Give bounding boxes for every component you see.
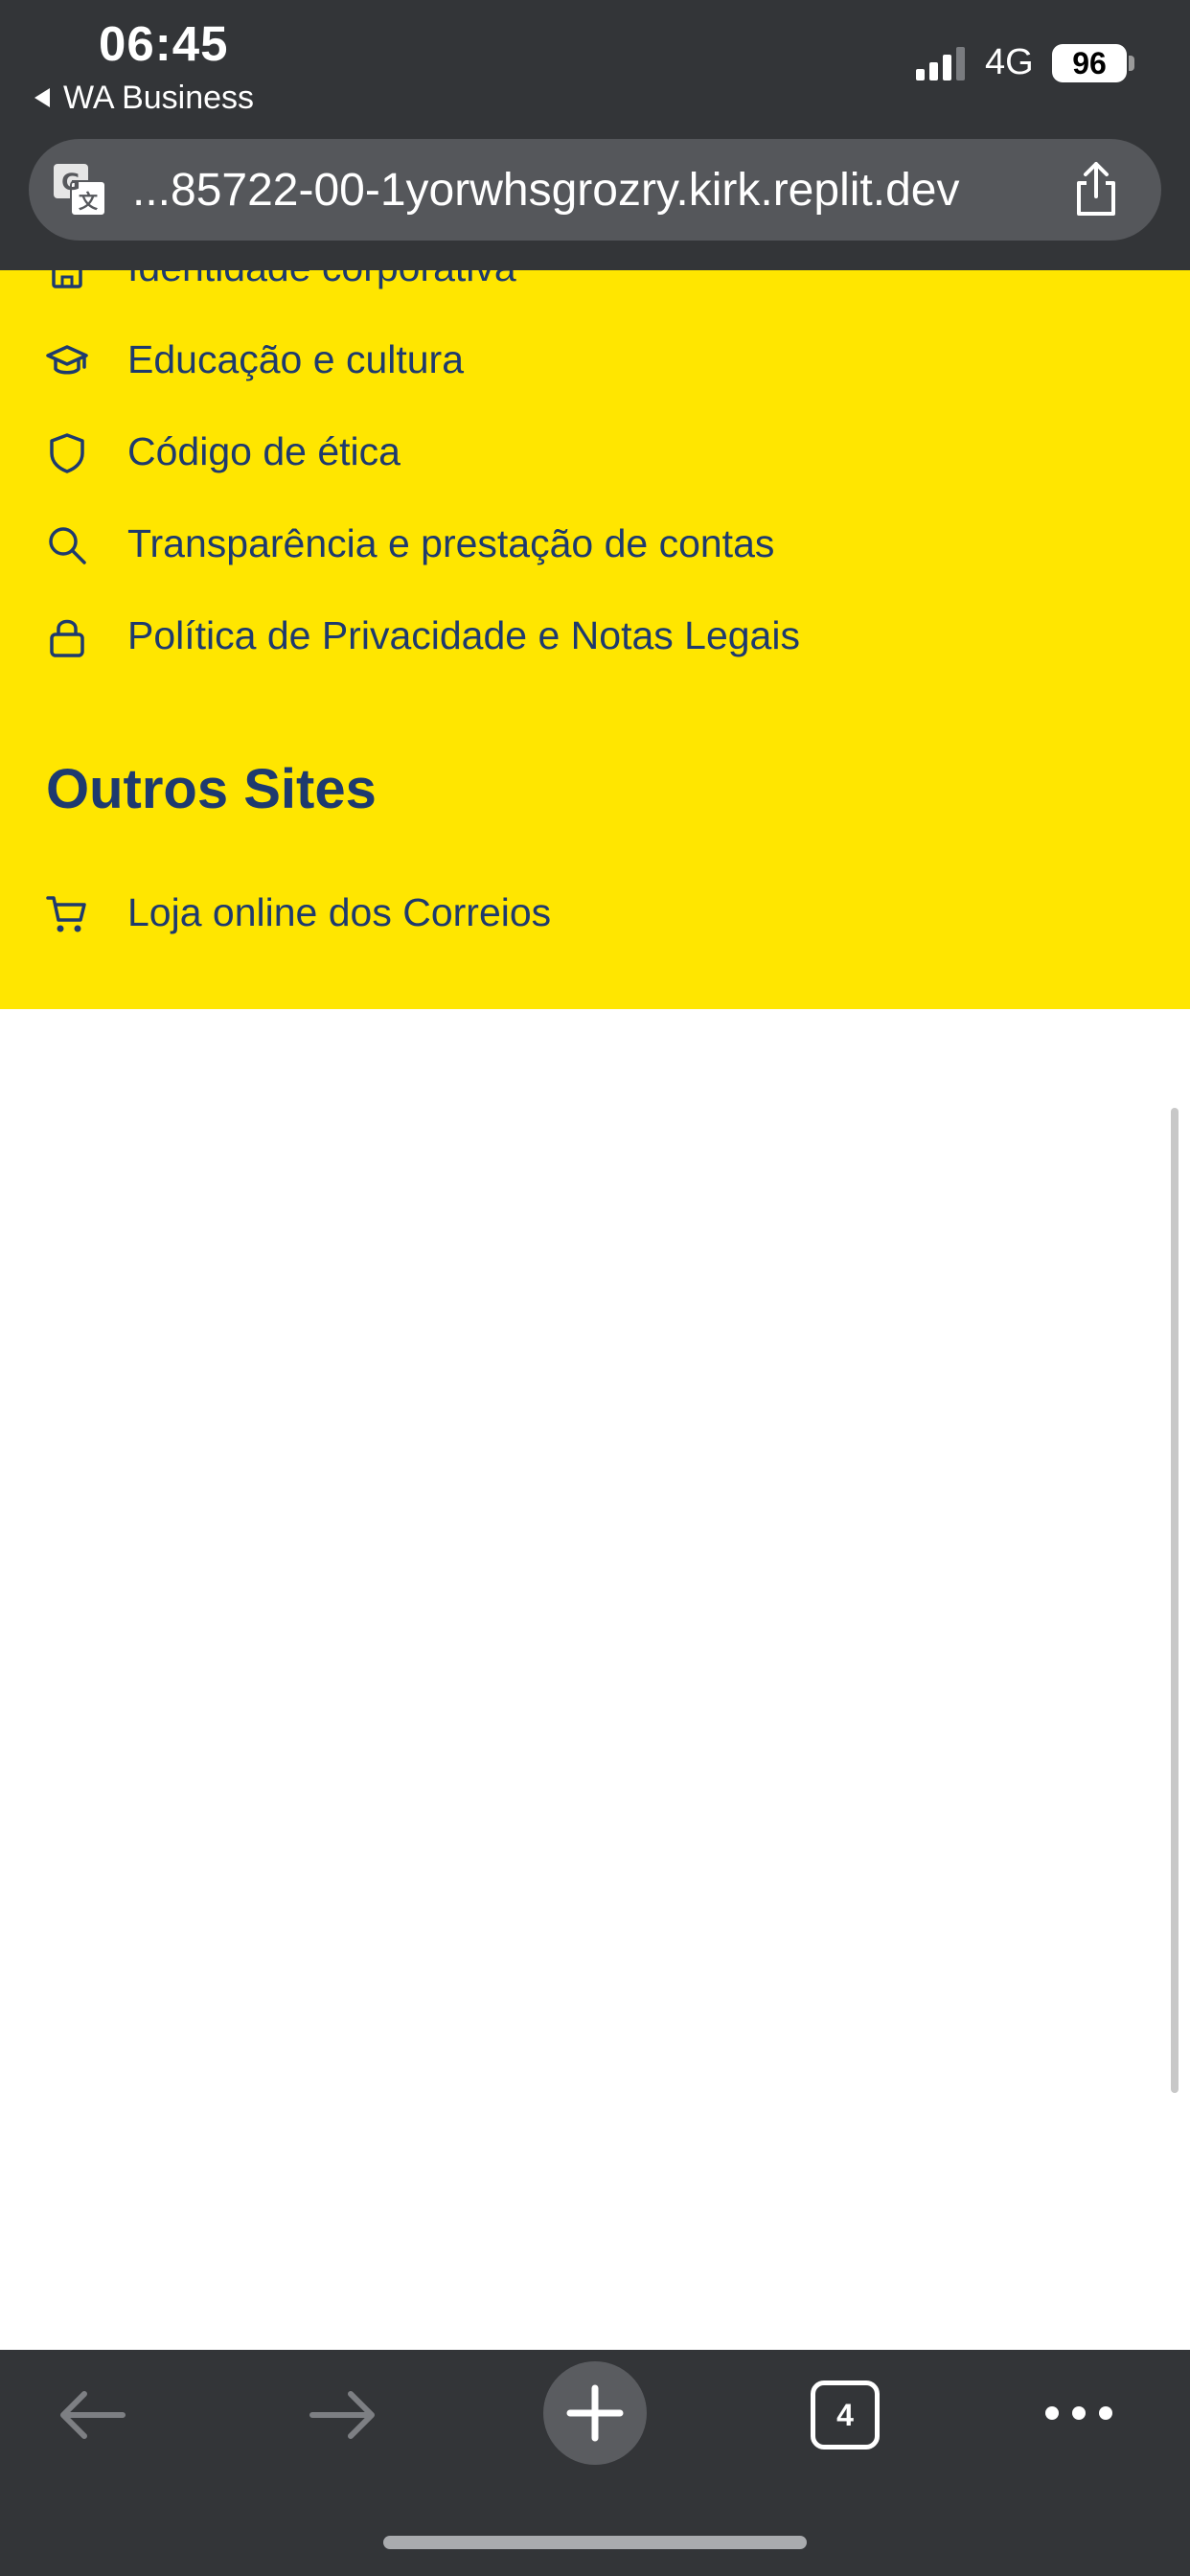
forward-arrow-icon[interactable] <box>305 2386 381 2444</box>
svg-text:G: G <box>61 169 80 196</box>
tabs-switcher-button[interactable]: 4 <box>811 2380 880 2450</box>
browser-top-chrome: 06:45 WA Business 4G 96 G 文 ...85722-00-… <box>0 0 1190 270</box>
link-label: Identidade corporativa <box>127 270 516 301</box>
more-menu-icon[interactable] <box>1041 2392 1117 2434</box>
url-bar[interactable]: G 文 ...85722-00-1yorwhsgrozry.kirk.repli… <box>29 139 1161 241</box>
back-to-app-button[interactable]: WA Business <box>34 79 254 117</box>
link-label: Transparência e prestação de contas <box>127 520 775 565</box>
link-educacao-cultura[interactable]: Educação e cultura <box>0 326 1190 393</box>
battery-tip <box>1129 56 1134 71</box>
link-loja-online[interactable]: Loja online dos Correios <box>0 879 1190 946</box>
share-icon[interactable] <box>1065 158 1127 219</box>
section-title-outros-sites: Outros Sites <box>46 758 377 820</box>
battery-icon: 96 <box>1052 44 1127 82</box>
signal-icon <box>916 47 965 80</box>
link-codigo-etica[interactable]: Código de ética <box>0 418 1190 485</box>
url-text[interactable]: ...85722-00-1yorwhsgrozry.kirk.replit.de… <box>132 139 1081 241</box>
search-icon <box>49 527 86 564</box>
page-scrollbar[interactable] <box>1171 1108 1179 2093</box>
battery-level: 96 <box>1072 45 1107 80</box>
link-privacidade[interactable]: Política de Privacidade e Notas Legais <box>0 602 1190 669</box>
cart-icon <box>46 896 86 932</box>
graduation-cap-icon <box>46 345 88 375</box>
shield-icon <box>50 433 84 473</box>
home-indicator[interactable] <box>383 2536 807 2549</box>
link-identidade-corporativa[interactable]: Identidade corporativa <box>0 270 1190 301</box>
back-triangle-icon <box>34 88 50 107</box>
back-app-label: WA Business <box>63 79 255 116</box>
tabs-count: 4 <box>836 2397 854 2432</box>
translate-icon[interactable]: G 文 <box>50 160 109 219</box>
new-tab-button[interactable] <box>543 2361 647 2465</box>
link-label: Política de Privacidade e Notas Legais <box>127 612 800 657</box>
link-transparencia[interactable]: Transparência e prestação de contas <box>0 510 1190 577</box>
back-arrow-icon[interactable] <box>54 2386 130 2444</box>
svg-text:文: 文 <box>79 190 99 213</box>
network-type: 4G <box>985 42 1034 82</box>
link-label: Loja online dos Correios <box>127 889 552 934</box>
building-icon <box>52 270 82 288</box>
footer-links-section: Identidade corporativa Educação e cultur… <box>0 270 1190 1009</box>
plus-icon <box>566 2384 624 2442</box>
status-time: 06:45 <box>99 16 229 71</box>
link-label: Código de ética <box>127 428 400 473</box>
lock-icon <box>50 619 84 657</box>
link-label: Educação e cultura <box>127 336 465 381</box>
